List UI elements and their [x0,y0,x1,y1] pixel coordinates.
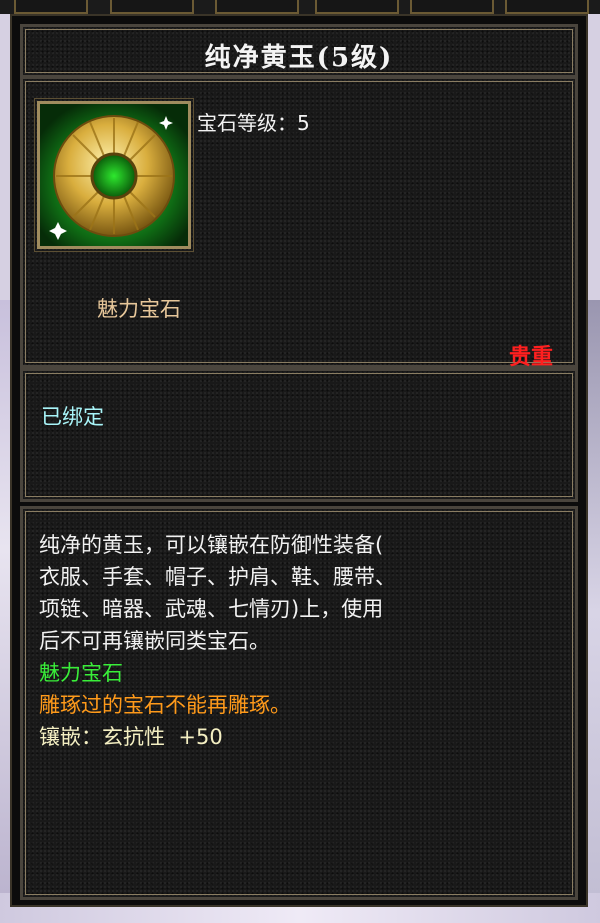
rarity-label: 贵重 [508,345,553,370]
top-slot [14,0,88,14]
description: 纯净的黄玉，可以镶嵌在防御性装备( 衣服、手套、帽子、护肩、鞋、腰带、 项链、暗… [39,529,567,753]
title-panel: 纯净黄玉(5级) [20,24,578,78]
gem-type-line: 魅力宝石 [39,661,123,685]
top-slot [410,0,494,14]
inlay-value: +50 [178,725,223,749]
description-text: 纯净的黄玉，可以镶嵌在防御性装备( 衣服、手套、帽子、护肩、鞋、腰带、 项链、暗… [39,529,567,657]
bind-status-panel: 已绑定 [20,368,578,502]
item-tooltip: 纯净黄玉(5级) 宝石等级：5 魅力宝石 贵重 已绑定 纯净的黄玉，可以镶嵌在防… [10,14,588,907]
jade-disc-icon [40,104,188,246]
gem-category: 魅力宝石 [97,297,181,321]
carve-note: 雕琢过的宝石不能再雕琢。 [39,693,291,717]
inlay-stat: 玄抗性 [102,725,165,749]
description-panel: 纯净的黄玉，可以镶嵌在防御性装备( 衣服、手套、帽子、护肩、鞋、腰带、 项链、暗… [20,506,578,900]
gem-level: 宝石等级：5 [197,107,310,136]
inlay-stat-line: 镶嵌：玄抗性 +50 [39,721,567,753]
gem-level-value: 5 [297,111,310,135]
top-slot [315,0,399,14]
description-line: 纯净的黄玉，可以镶嵌在防御性装备( [39,533,384,557]
item-info-panel: 宝石等级：5 魅力宝石 贵重 [20,76,578,370]
item-icon-slot[interactable] [34,98,194,252]
bind-status: 已绑定 [41,405,104,429]
inlay-label: 镶嵌： [39,725,102,749]
description-line: 衣服、手套、帽子、护肩、鞋、腰带、 [39,565,396,589]
top-slot [215,0,299,14]
scene-background-right [586,300,600,923]
top-slot [110,0,194,14]
description-line: 后不可再镶嵌同类宝石。 [39,629,270,653]
top-bar [0,0,600,14]
item-name: 纯净黄玉(5级) [204,43,394,73]
top-slot [505,0,589,14]
gem-level-label: 宝石等级： [197,111,297,135]
description-line: 项链、暗器、武魂、七情刃)上，使用 [39,597,384,621]
